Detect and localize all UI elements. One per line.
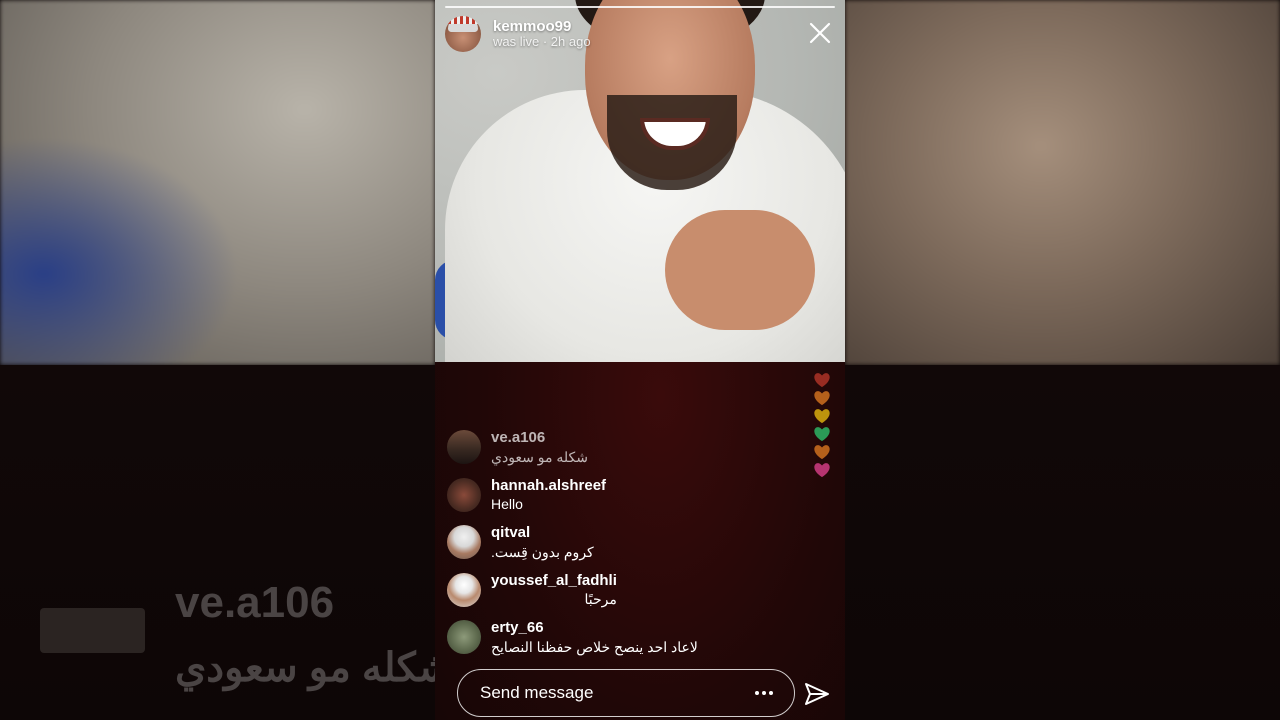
send-icon[interactable] (803, 680, 831, 708)
commenter-avatar[interactable] (447, 430, 481, 464)
list-item: erty_66 لاعاد احد ينصح خلاص حفظنا النصاي… (435, 618, 845, 666)
list-item: youssef_al_fadhli مرحبًا (435, 571, 845, 619)
backdrop-ghost-avatar (40, 608, 145, 653)
live-status: was live · 2h ago (493, 34, 591, 50)
more-options-icon[interactable] (754, 684, 774, 702)
commenter-avatar[interactable] (447, 572, 481, 607)
comment-text: شكله مو سعودي (491, 448, 589, 465)
message-composer (457, 669, 795, 717)
backdrop-ghost-username: ve.a106 (175, 578, 335, 627)
host-info: kemmoo99 was live · 2h ago (493, 18, 591, 50)
commenter-username[interactable]: youssef_al_fadhli (491, 571, 617, 591)
backdrop-right (845, 0, 1280, 720)
comment-text: لاعاد احد ينصح خلاص حفظنا النصايح (491, 638, 698, 655)
video-hand (665, 210, 815, 330)
list-item: ve.a106 شكله مو سعودي (435, 428, 845, 476)
story-progress-bar (445, 6, 835, 8)
host-avatar[interactable] (445, 16, 481, 52)
comment-list: ve.a106 شكله مو سعودي hannah.alshreef He… (435, 428, 845, 666)
commenter-username[interactable]: hannah.alshreef (491, 476, 606, 496)
backdrop-video-blur (845, 0, 1280, 365)
message-input[interactable] (478, 682, 732, 704)
comment-text: مرحبًا (584, 591, 617, 608)
comment-text: كروم بدون قِست. (491, 543, 594, 560)
commenter-avatar[interactable] (447, 525, 481, 560)
commenter-username[interactable]: erty_66 (491, 618, 698, 638)
commenter-avatar[interactable] (447, 477, 481, 512)
live-header: kemmoo99 was live · 2h ago (445, 16, 591, 52)
list-item: qitval كروم بدون قِست. (435, 523, 845, 571)
commenter-username[interactable]: ve.a106 (491, 428, 588, 448)
heart-icon (814, 409, 830, 424)
host-username[interactable]: kemmoo99 (493, 18, 591, 35)
heart-icon (814, 373, 830, 388)
live-viewer: kemmoo99 was live · 2h ago ve.a106 شكله … (435, 0, 845, 720)
backdrop-ghost-comment: شكله مو سعودي (175, 646, 435, 690)
commenter-username[interactable]: qitval (491, 523, 594, 543)
live-video[interactable] (435, 0, 845, 362)
heart-icon (814, 391, 830, 406)
backdrop-video-blur (0, 0, 435, 365)
backdrop-bottom (845, 365, 1280, 720)
comment-text: Hello (491, 496, 523, 513)
list-item: hannah.alshreef Hello (435, 476, 845, 524)
commenter-avatar[interactable] (447, 620, 481, 655)
close-icon[interactable] (807, 20, 833, 46)
avatar-ghutra (448, 16, 478, 32)
backdrop-left: ve.a106 شكله مو سعودي (0, 0, 435, 720)
